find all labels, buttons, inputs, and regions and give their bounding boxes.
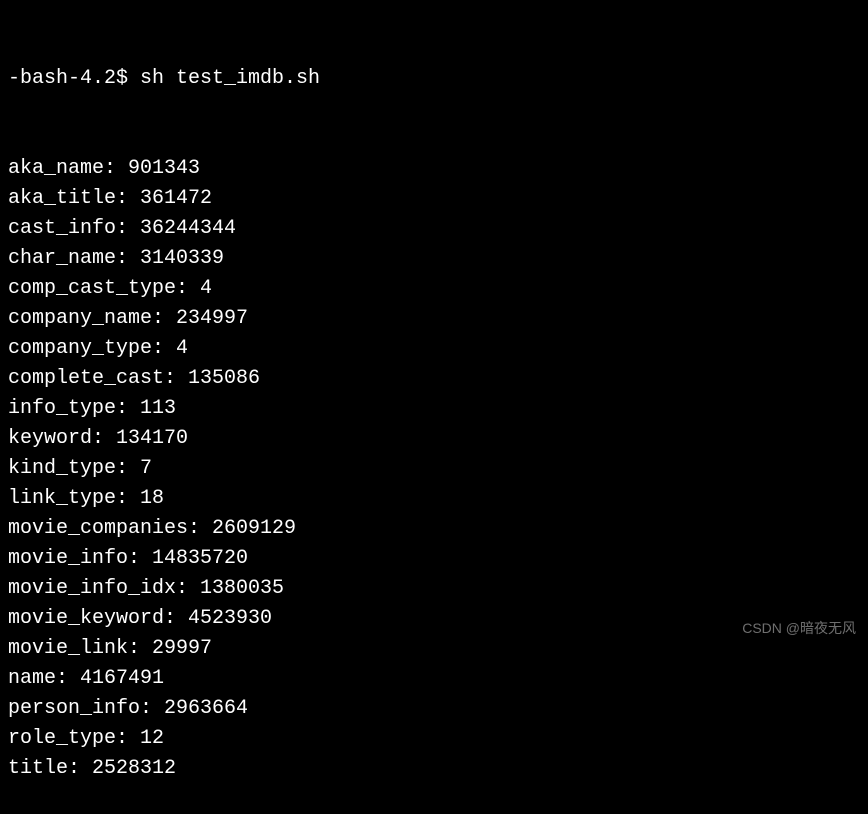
output-key: role_type — [8, 727, 116, 750]
output-key: cast_info — [8, 217, 116, 240]
output-key: movie_info_idx — [8, 577, 176, 600]
output-value: 134170 — [116, 427, 188, 450]
output-line: movie_info: 14835720 — [8, 544, 860, 574]
output-value: 4 — [176, 337, 188, 360]
output-value: 1380035 — [200, 577, 284, 600]
watermark-text: CSDN @暗夜无风 — [742, 618, 856, 639]
output-key: movie_keyword — [8, 607, 164, 630]
command-text: sh test_imdb.sh — [140, 67, 320, 90]
output-value: 135086 — [188, 367, 260, 390]
output-key: link_type — [8, 487, 116, 510]
output-line: aka_title: 361472 — [8, 184, 860, 214]
output-line: kind_type: 7 — [8, 454, 860, 484]
output-value: 234997 — [176, 307, 248, 330]
output-line: name: 4167491 — [8, 664, 860, 694]
output-key: title — [8, 757, 68, 780]
output-key: name — [8, 667, 56, 690]
output-key: company_name — [8, 307, 152, 330]
output-value: 361472 — [140, 187, 212, 210]
output-value: 113 — [140, 397, 176, 420]
output-key: aka_title — [8, 187, 116, 210]
output-line: link_type: 18 — [8, 484, 860, 514]
command-line: -bash-4.2$ sh test_imdb.sh — [8, 64, 860, 94]
output-container: aka_name: 901343aka_title: 361472cast_in… — [8, 154, 860, 784]
output-value: 12 — [140, 727, 164, 750]
output-key: complete_cast — [8, 367, 164, 390]
output-value: 7 — [140, 457, 152, 480]
output-line: person_info: 2963664 — [8, 694, 860, 724]
output-line: company_type: 4 — [8, 334, 860, 364]
output-key: keyword — [8, 427, 92, 450]
output-line: complete_cast: 135086 — [8, 364, 860, 394]
output-key: movie_info — [8, 547, 128, 570]
output-value: 2528312 — [92, 757, 176, 780]
output-line: cast_info: 36244344 — [8, 214, 860, 244]
output-line: company_name: 234997 — [8, 304, 860, 334]
output-line: char_name: 3140339 — [8, 244, 860, 274]
output-value: 4523930 — [188, 607, 272, 630]
output-line: movie_companies: 2609129 — [8, 514, 860, 544]
output-value: 2963664 — [164, 697, 248, 720]
output-value: 4 — [200, 277, 212, 300]
output-key: comp_cast_type — [8, 277, 176, 300]
output-key: char_name — [8, 247, 116, 270]
output-value: 4167491 — [80, 667, 164, 690]
output-line: movie_info_idx: 1380035 — [8, 574, 860, 604]
output-value: 18 — [140, 487, 164, 510]
output-value: 901343 — [128, 157, 200, 180]
output-key: kind_type — [8, 457, 116, 480]
output-key: company_type — [8, 337, 152, 360]
output-key: movie_companies — [8, 517, 188, 540]
output-line: title: 2528312 — [8, 754, 860, 784]
output-key: aka_name — [8, 157, 104, 180]
output-value: 3140339 — [140, 247, 224, 270]
output-line: keyword: 134170 — [8, 424, 860, 454]
output-key: movie_link — [8, 637, 128, 660]
output-line: movie_link: 29997 — [8, 634, 860, 664]
shell-prompt: -bash-4.2$ — [8, 67, 140, 90]
output-line: info_type: 113 — [8, 394, 860, 424]
output-key: person_info — [8, 697, 140, 720]
output-value: 2609129 — [212, 517, 296, 540]
output-key: info_type — [8, 397, 116, 420]
output-line: movie_keyword: 4523930 — [8, 604, 860, 634]
output-value: 36244344 — [140, 217, 236, 240]
output-value: 29997 — [152, 637, 212, 660]
output-line: aka_name: 901343 — [8, 154, 860, 184]
output-value: 14835720 — [152, 547, 248, 570]
output-line: role_type: 12 — [8, 724, 860, 754]
terminal-output[interactable]: -bash-4.2$ sh test_imdb.sh aka_name: 901… — [8, 4, 860, 814]
output-line: comp_cast_type: 4 — [8, 274, 860, 304]
